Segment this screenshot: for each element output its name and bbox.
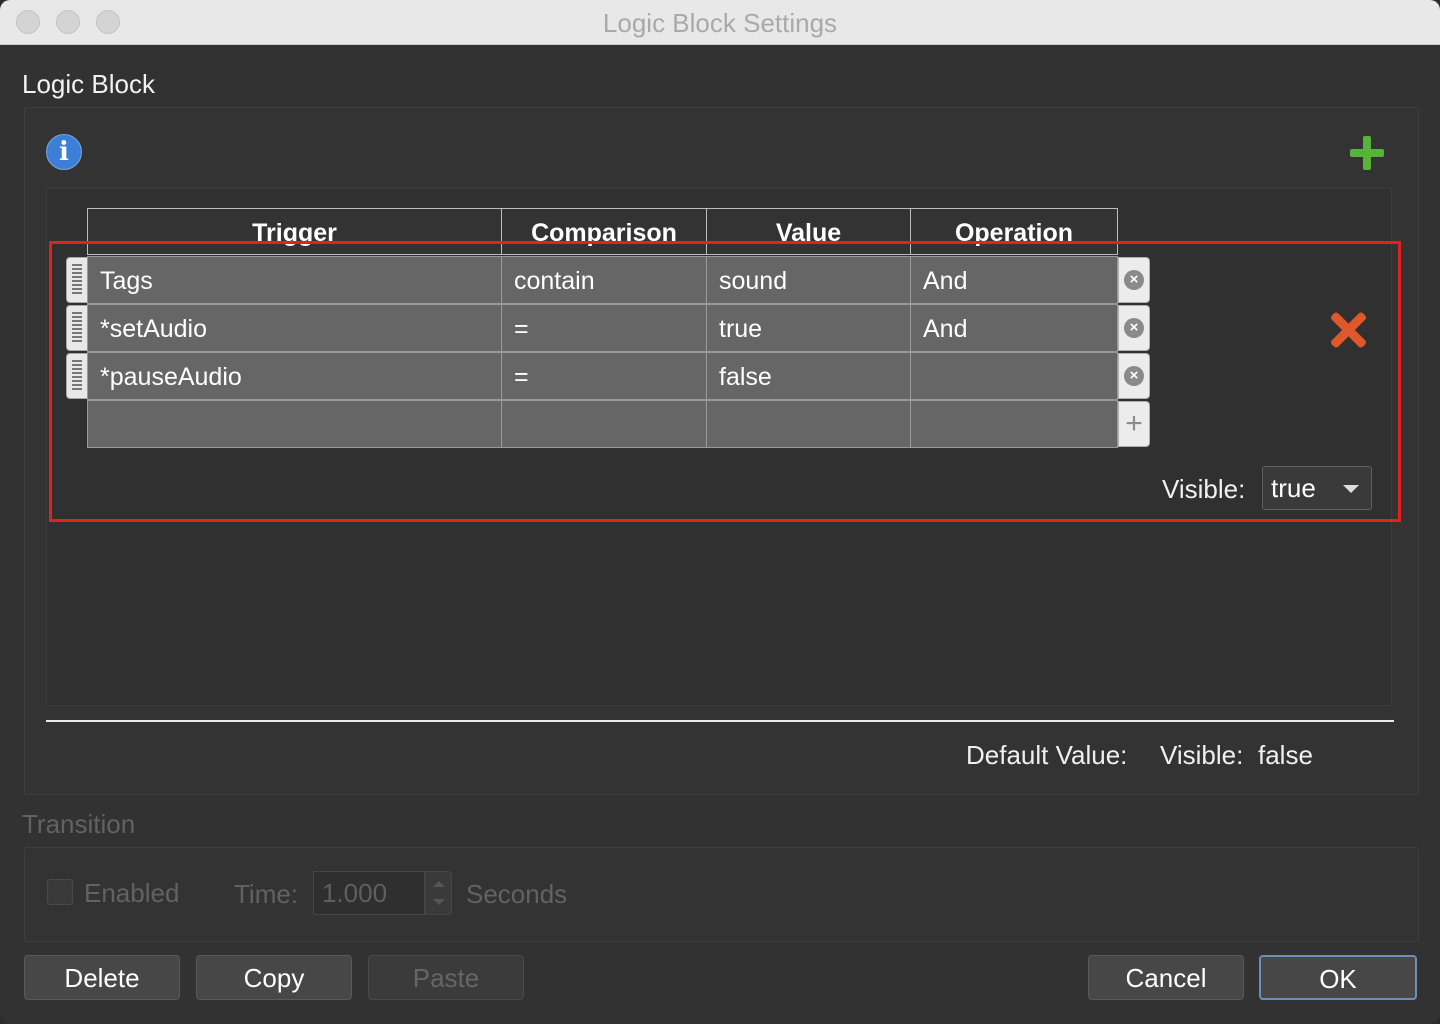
logic-block-section-label: Logic Block xyxy=(22,69,155,99)
seconds-label: Seconds xyxy=(466,879,568,909)
time-input[interactable]: 1.000 xyxy=(313,871,425,915)
add-condition-block-icon[interactable] xyxy=(1350,136,1384,170)
enabled-label: Enabled xyxy=(84,878,180,908)
default-visible-label: Visible: xyxy=(1160,740,1244,770)
copy-button[interactable]: Copy xyxy=(196,955,352,1000)
info-icon[interactable]: i xyxy=(46,134,82,170)
time-stepper[interactable] xyxy=(425,871,452,915)
transition-section-label: Transition xyxy=(22,809,136,839)
divider xyxy=(46,720,1394,722)
cancel-button[interactable]: Cancel xyxy=(1088,955,1244,1000)
highlight-frame xyxy=(49,241,1401,522)
enabled-checkbox[interactable] xyxy=(47,879,73,905)
title-bar: Logic Block Settings xyxy=(0,0,1440,45)
paste-button[interactable]: Paste xyxy=(368,955,524,1000)
logic-block-settings-window: Logic Block Settings Logic Block i Trigg… xyxy=(0,0,1440,1024)
default-value-label: Default Value: xyxy=(966,740,1128,770)
delete-button[interactable]: Delete xyxy=(24,955,180,1000)
ok-button[interactable]: OK xyxy=(1259,955,1417,1000)
default-visible-value: false xyxy=(1258,740,1313,770)
window-title: Logic Block Settings xyxy=(602,8,838,38)
time-label: Time: xyxy=(234,879,299,909)
